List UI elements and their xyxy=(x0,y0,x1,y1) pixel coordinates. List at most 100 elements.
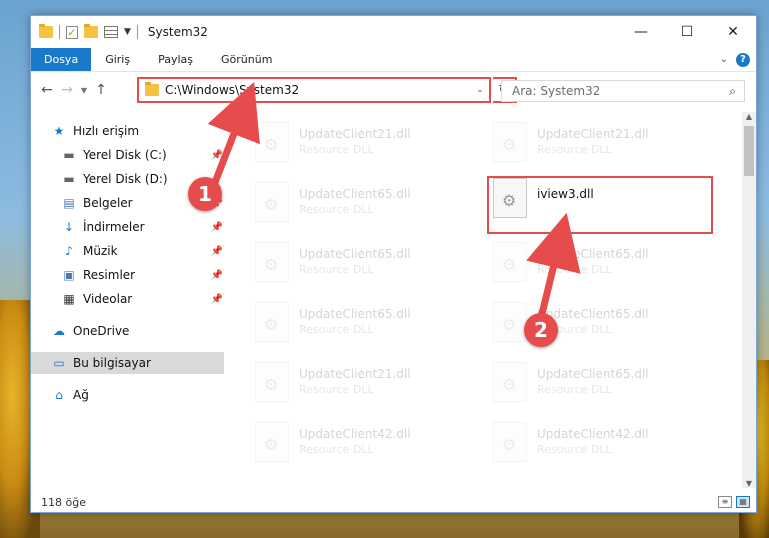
navigation-bar: ← → ▼ ↑ C:\Windows\System32 ⌄ ↻ Ara: Sys… xyxy=(31,72,756,108)
network-icon: ⌂ xyxy=(55,388,63,402)
properties-icon[interactable] xyxy=(104,26,118,38)
file-type: Resource DLL xyxy=(299,143,374,156)
sidebar-item-quick-access[interactable]: ★ Hızlı erişim xyxy=(31,120,227,142)
sidebar-item-label: İndirmeler xyxy=(83,220,145,234)
file-type: Resource DLL xyxy=(537,263,612,276)
list-item[interactable]: UpdateClient65.dll Resource DLL xyxy=(493,356,713,408)
step-marker-1: 1 xyxy=(188,177,222,211)
tab-dosya[interactable]: Dosya xyxy=(31,48,92,71)
sidebar-item-pictures[interactable]: ▣ Resimler 📌 xyxy=(31,264,227,286)
list-item[interactable]: UpdateClient65.dll Resource DLL xyxy=(255,176,475,228)
dll-file-icon xyxy=(493,122,527,162)
properties-check-icon[interactable]: ✓ xyxy=(66,25,78,39)
pin-icon[interactable]: 📌 xyxy=(211,222,223,233)
navigation-pane: ★ Hızlı erişim ▬ Yerel Disk (C:) 📌 ▬ Yer… xyxy=(31,112,227,484)
help-icon[interactable]: ? xyxy=(736,52,750,67)
file-name: UpdateClient65.dll xyxy=(537,247,649,261)
minimize-button[interactable]: — xyxy=(618,16,664,48)
title-bar: ✓ ▼ System32 — ☐ ✕ xyxy=(31,16,756,48)
file-type: Resource DLL xyxy=(299,203,374,216)
file-type: Resource DLL xyxy=(299,263,374,276)
sidebar-item-label: Resimler xyxy=(83,268,136,282)
sidebar-item-network[interactable]: ⌂ Ağ xyxy=(31,384,227,406)
file-name: UpdateClient21.dll xyxy=(537,127,649,141)
tab-gorunum[interactable]: Görünüm xyxy=(207,48,286,71)
sidebar-item-label: Belgeler xyxy=(83,196,133,210)
sidebar-item-onedrive[interactable]: ☁ OneDrive xyxy=(31,320,227,342)
close-button[interactable]: ✕ xyxy=(710,16,756,48)
vertical-scrollbar[interactable]: ▲ ▼ xyxy=(742,112,756,488)
sidebar-item-music[interactable]: ♪ Müzik 📌 xyxy=(31,240,227,262)
window-title: System32 xyxy=(147,25,208,39)
drive-icon: ▬ xyxy=(63,172,75,186)
ribbon-tabs: Dosya Giriş Paylaş Görünüm ⌄ ? xyxy=(31,48,756,72)
recent-locations-chevron-icon[interactable]: ▼ xyxy=(77,86,91,95)
back-arrow-icon[interactable]: ← xyxy=(37,82,57,98)
dll-file-icon xyxy=(255,122,289,162)
tab-giris[interactable]: Giriş xyxy=(91,48,144,71)
list-item[interactable]: UpdateClient42.dll Resource DLL xyxy=(493,416,713,468)
scroll-up-arrow-icon[interactable]: ▲ xyxy=(742,112,756,121)
cloud-icon: ☁ xyxy=(53,324,65,338)
sidebar-item-label: OneDrive xyxy=(73,324,130,338)
dll-file-icon xyxy=(255,242,289,282)
status-bar: 118 öğe ≡ ▦ xyxy=(31,490,756,512)
file-type: Resource DLL xyxy=(299,323,374,336)
separator xyxy=(136,25,138,39)
dll-file-icon xyxy=(493,302,527,342)
sidebar-item-label: Hızlı erişim xyxy=(73,124,140,138)
dll-file-icon xyxy=(493,242,527,282)
pin-icon[interactable]: 📌 xyxy=(211,270,223,281)
maximize-button[interactable]: ☐ xyxy=(664,16,710,48)
sidebar-item-this-pc[interactable]: ▭ Bu bilgisayar xyxy=(31,352,224,374)
dll-file-icon xyxy=(255,302,289,342)
list-item[interactable]: UpdateClient65.dll Resource DLL xyxy=(493,236,713,288)
new-folder-icon[interactable] xyxy=(84,24,98,38)
pictures-icon: ▣ xyxy=(63,268,75,282)
computer-icon: ▭ xyxy=(53,356,65,370)
music-icon: ♪ xyxy=(65,244,73,258)
list-item[interactable]: UpdateClient65.dll Resource DLL xyxy=(255,296,475,348)
sidebar-item-videos[interactable]: ▦ Videolar 📌 xyxy=(31,288,227,310)
address-path[interactable]: C:\Windows\System32 xyxy=(165,83,299,97)
highlight-box-file xyxy=(487,176,713,234)
dll-file-icon xyxy=(493,362,527,402)
file-type: Resource DLL xyxy=(537,383,612,396)
sidebar-item-downloads[interactable]: ↓ İndirmeler 📌 xyxy=(31,216,227,238)
expand-ribbon-chevron-icon[interactable]: ⌄ xyxy=(720,54,728,65)
forward-arrow-icon[interactable]: → xyxy=(57,82,77,98)
file-name: UpdateClient42.dll xyxy=(537,427,649,441)
sidebar-item-label: Videolar xyxy=(83,292,133,306)
tab-paylas[interactable]: Paylaş xyxy=(144,48,207,71)
ribbon-right-controls: ⌄ ? xyxy=(720,48,756,71)
customize-toolbar-chevron-icon[interactable]: ▼ xyxy=(124,27,131,37)
pin-icon[interactable]: 📌 xyxy=(211,150,223,161)
list-item[interactable]: UpdateClient21.dll Resource DLL xyxy=(255,356,475,408)
file-name: UpdateClient42.dll xyxy=(299,427,411,441)
details-view-icon[interactable]: ≡ xyxy=(718,496,732,508)
star-icon: ★ xyxy=(53,124,65,138)
pin-icon[interactable]: 📌 xyxy=(211,246,223,257)
folder-icon xyxy=(145,82,159,96)
list-item[interactable]: UpdateClient21.dll Resource DLL xyxy=(255,116,475,168)
sidebar-item-label: Yerel Disk (C:) xyxy=(83,148,167,162)
address-bar[interactable]: C:\Windows\System32 ⌄ xyxy=(137,77,491,103)
scrollbar-thumb[interactable] xyxy=(744,126,754,176)
scroll-down-arrow-icon[interactable]: ▼ xyxy=(742,479,756,488)
file-name: UpdateClient21.dll xyxy=(299,367,411,381)
sidebar-item-label: Bu bilgisayar xyxy=(73,356,151,370)
up-arrow-icon[interactable]: ↑ xyxy=(91,82,111,98)
file-name: UpdateClient65.dll xyxy=(299,247,411,261)
tiles-view-icon[interactable]: ▦ xyxy=(736,496,750,508)
sidebar-item-local-disk-c[interactable]: ▬ Yerel Disk (C:) 📌 xyxy=(31,144,227,166)
search-icon[interactable]: ⌕ xyxy=(729,84,736,99)
documents-icon: ▤ xyxy=(63,196,75,210)
list-item[interactable]: UpdateClient21.dll Resource DLL xyxy=(493,116,713,168)
pin-icon[interactable]: 📌 xyxy=(211,294,223,305)
file-name: UpdateClient65.dll xyxy=(299,187,411,201)
search-input[interactable]: Ara: System32 ⌕ xyxy=(501,80,745,102)
window-controls: — ☐ ✕ xyxy=(618,16,756,48)
address-dropdown-chevron-icon[interactable]: ⌄ xyxy=(471,85,489,95)
list-item[interactable]: UpdateClient42.dll Resource DLL xyxy=(255,416,475,468)
list-item[interactable]: UpdateClient65.dll Resource DLL xyxy=(255,236,475,288)
